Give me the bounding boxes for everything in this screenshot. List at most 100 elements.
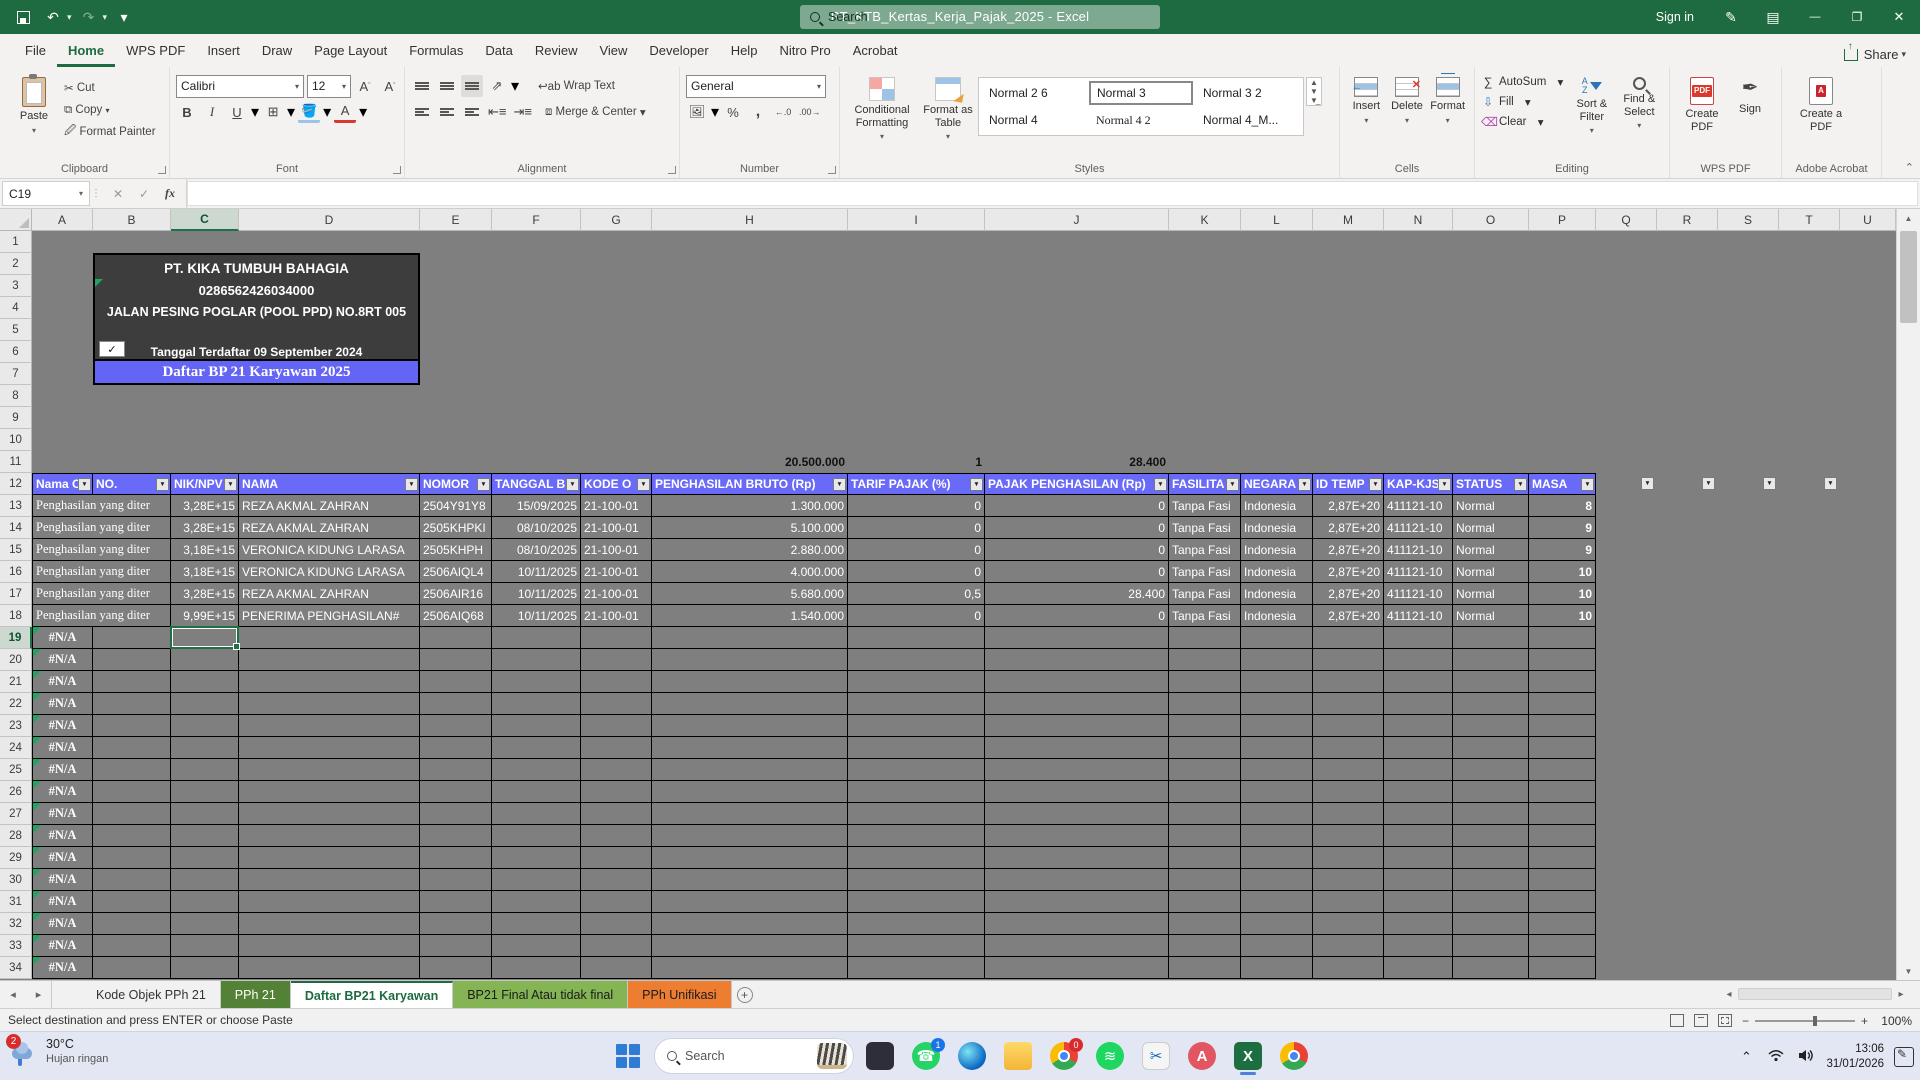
column-header-R[interactable]: R [1657, 209, 1718, 231]
cell-H23[interactable] [652, 715, 848, 737]
ribbon-tab-page-layout[interactable]: Page Layout [303, 36, 398, 67]
pen-input-icon[interactable] [1894, 1047, 1914, 1067]
cell-H15[interactable]: 2.880.000 [652, 539, 848, 561]
ribbon-tab-file[interactable]: File [14, 36, 57, 67]
font-family-select[interactable]: Calibri▾ [176, 75, 304, 98]
cell-E13[interactable]: 2504Y91Y8 [420, 495, 492, 517]
row-header-26[interactable]: 26 [0, 781, 32, 803]
table-header-L[interactable]: NEGARA [1241, 473, 1313, 495]
redo-caret-icon[interactable]: ▾ [103, 12, 108, 23]
cell-M17[interactable]: 2,87E+20 [1313, 583, 1384, 605]
row-header-17[interactable]: 17 [0, 583, 32, 605]
cell-D13[interactable]: REZA AKMAL ZAHRAN [239, 495, 420, 517]
cell-K16[interactable]: Tanpa Fasi [1169, 561, 1241, 583]
cell-G19[interactable] [581, 627, 652, 649]
cell-F23[interactable] [492, 715, 581, 737]
cell-N31[interactable] [1384, 891, 1453, 913]
undo-caret-icon[interactable]: ▾ [67, 12, 72, 23]
select-all-corner[interactable] [0, 209, 32, 231]
align-center-icon[interactable] [436, 101, 458, 123]
copy-button[interactable]: ⧉ Copy ▾ [62, 99, 158, 121]
table-header-J[interactable]: PAJAK PENGHASILAN (Rp) [985, 473, 1169, 495]
cell-K32[interactable] [1169, 913, 1241, 935]
format-as-table-button[interactable]: Format as Table▾ [918, 73, 978, 141]
row-header-33[interactable]: 33 [0, 935, 32, 957]
cell-P17[interactable]: 10 [1529, 583, 1596, 605]
cell-J27[interactable] [985, 803, 1169, 825]
cell-K20[interactable] [1169, 649, 1241, 671]
ribbon-tab-view[interactable]: View [588, 36, 638, 67]
cell-D30[interactable] [239, 869, 420, 891]
next-sheet-icon[interactable]: ▸ [26, 981, 52, 1008]
cell-P16[interactable]: 10 [1529, 561, 1596, 583]
increase-font-icon[interactable]: Aˆ [354, 75, 376, 97]
cell-K23[interactable] [1169, 715, 1241, 737]
cell-J34[interactable] [985, 957, 1169, 979]
cell-J20[interactable] [985, 649, 1169, 671]
cell-D21[interactable] [239, 671, 420, 693]
cell-D26[interactable] [239, 781, 420, 803]
cell-C23[interactable] [171, 715, 239, 737]
cell-D33[interactable] [239, 935, 420, 957]
ribbon-tab-data[interactable]: Data [474, 36, 523, 67]
cell-H11[interactable]: 20.500.000 [652, 451, 848, 473]
cell-M19[interactable] [1313, 627, 1384, 649]
cell-N33[interactable] [1384, 935, 1453, 957]
cell-J22[interactable] [985, 693, 1169, 715]
cell-F17[interactable]: 10/11/2025 [492, 583, 581, 605]
cell-L30[interactable] [1241, 869, 1313, 891]
cell-P27[interactable] [1529, 803, 1596, 825]
cell-K28[interactable] [1169, 825, 1241, 847]
redo-icon[interactable]: ↷ [76, 5, 102, 29]
cell-A20[interactable]: #N/A [32, 649, 93, 671]
cell-P34[interactable] [1529, 957, 1596, 979]
cell-J21[interactable] [985, 671, 1169, 693]
cell-F18[interactable]: 10/11/2025 [492, 605, 581, 627]
cell-O23[interactable] [1453, 715, 1529, 737]
cell-D20[interactable] [239, 649, 420, 671]
cell-N29[interactable] [1384, 847, 1453, 869]
cell-D29[interactable] [239, 847, 420, 869]
ribbon-tab-help[interactable]: Help [720, 36, 769, 67]
cell-M13[interactable]: 2,87E+20 [1313, 495, 1384, 517]
cell-D15[interactable]: VERONICA KIDUNG LARASA [239, 539, 420, 561]
cell-D14[interactable]: REZA AKMAL ZAHRAN [239, 517, 420, 539]
cell-O32[interactable] [1453, 913, 1529, 935]
cell-E15[interactable]: 2505KHPH [420, 539, 492, 561]
cell-P18[interactable]: 10 [1529, 605, 1596, 627]
cell-D19[interactable] [239, 627, 420, 649]
sheet-tab-bp21-final-atau-tidak-final[interactable]: BP21 Final Atau tidak final [453, 981, 628, 1008]
cancel-entry-icon[interactable]: ✕ [106, 183, 130, 205]
start-button[interactable] [608, 1036, 648, 1076]
scroll-down-icon[interactable]: ▼ [1897, 962, 1920, 980]
row-header-27[interactable]: 27 [0, 803, 32, 825]
ribbon-tab-developer[interactable]: Developer [638, 36, 719, 67]
filter-dropdown-icon-R[interactable] [1702, 477, 1715, 490]
cell-M34[interactable] [1313, 957, 1384, 979]
column-header-C[interactable]: C [171, 209, 239, 231]
cell-G24[interactable] [581, 737, 652, 759]
cell-P15[interactable]: 9 [1529, 539, 1596, 561]
cell-E24[interactable] [420, 737, 492, 759]
number-format-select[interactable]: General▾ [686, 75, 826, 98]
page-break-view-icon[interactable] [1718, 1014, 1732, 1027]
underline-button[interactable]: U [226, 101, 248, 123]
cell-G17[interactable]: 21-100-01 [581, 583, 652, 605]
column-header-P[interactable]: P [1529, 209, 1596, 231]
filter-dropdown-icon-K[interactable] [1226, 478, 1239, 491]
row-header-28[interactable]: 28 [0, 825, 32, 847]
cell-L29[interactable] [1241, 847, 1313, 869]
cell-J15[interactable]: 0 [985, 539, 1169, 561]
cell-O20[interactable] [1453, 649, 1529, 671]
cell-N21[interactable] [1384, 671, 1453, 693]
name-box[interactable]: C19▾ [2, 181, 90, 206]
cell-P33[interactable] [1529, 935, 1596, 957]
accounting-format-icon[interactable]: 🖼 [686, 101, 708, 123]
cell-C24[interactable] [171, 737, 239, 759]
cell-C27[interactable] [171, 803, 239, 825]
cell-I26[interactable] [848, 781, 985, 803]
cell-M28[interactable] [1313, 825, 1384, 847]
cell-I28[interactable] [848, 825, 985, 847]
cell-E20[interactable] [420, 649, 492, 671]
filter-dropdown-icon-D[interactable] [405, 478, 418, 491]
